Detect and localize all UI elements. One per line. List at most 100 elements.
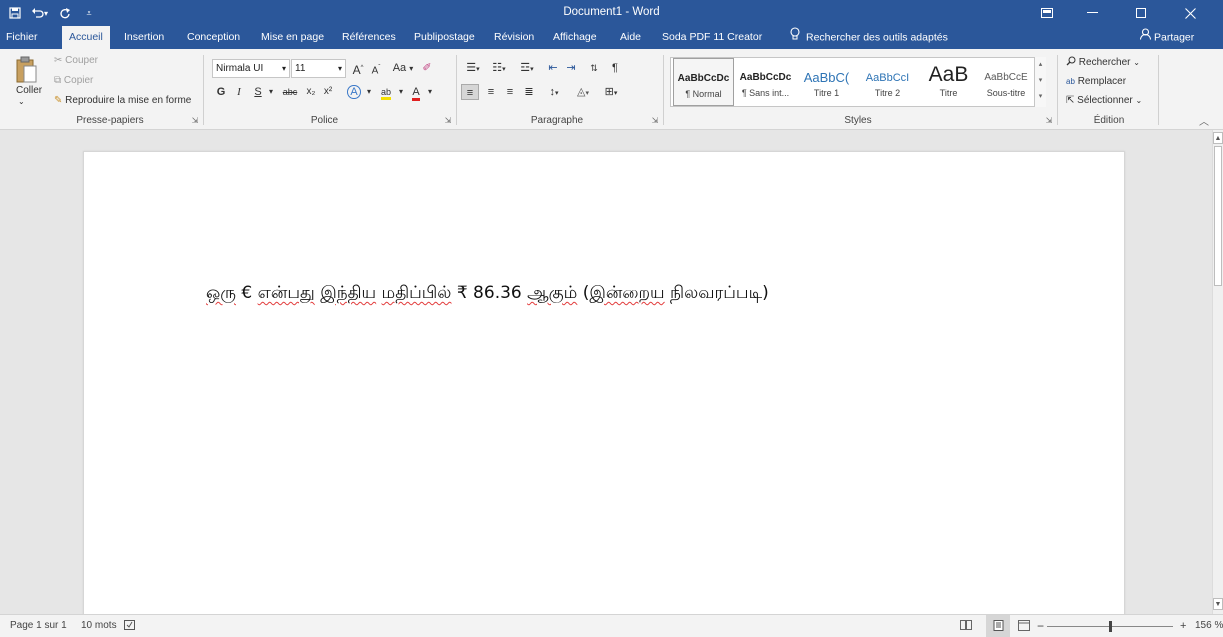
font-size-select[interactable]: 11 ▾ [291, 59, 346, 78]
font-color-dropdown-icon[interactable]: ▾ [425, 84, 435, 100]
tab-publipostage[interactable]: Publipostage [414, 26, 475, 49]
read-mode-icon[interactable] [960, 615, 972, 637]
share-button[interactable]: Partager [1139, 26, 1194, 49]
find-button[interactable]: Rechercher ⌄ [1066, 56, 1140, 69]
superscript-button[interactable]: x² [320, 84, 336, 100]
ribbon-display-options-icon[interactable] [1030, 0, 1064, 26]
chevron-down-icon[interactable]: ▾ [1035, 73, 1046, 89]
style-heading-1[interactable]: AaBbC( Titre 1 [796, 58, 857, 106]
chevron-up-icon[interactable]: ▴ [1035, 57, 1046, 73]
web-layout-icon[interactable] [1018, 615, 1030, 637]
numbering-icon[interactable]: ☷▾ [488, 60, 510, 76]
copy-button[interactable]: ⧉ Copier [54, 75, 93, 86]
style-normal[interactable]: AaBbCcDc ¶ Normal [673, 58, 734, 106]
print-layout-icon[interactable] [986, 615, 1010, 637]
tab-fichier[interactable]: Fichier [6, 26, 38, 49]
proofing-icon[interactable] [124, 615, 135, 637]
underline-button[interactable]: S [251, 84, 265, 100]
misspelled-word[interactable]: என்பது [258, 283, 315, 303]
clear-formatting-icon[interactable]: ✐ [418, 60, 436, 76]
tab-affichage[interactable]: Affichage [553, 26, 597, 49]
text-effects-button[interactable]: A [345, 84, 363, 100]
styles-launcher-icon[interactable]: ⇲ [1044, 116, 1054, 126]
scroll-down-icon[interactable]: ▼ [1213, 598, 1223, 610]
pilcrow-icon[interactable]: ¶ [607, 60, 623, 76]
tab-conception[interactable]: Conception [187, 26, 240, 49]
text-run[interactable]: ₹ 86.36 [451, 283, 527, 303]
misspelled-word[interactable]: மதிப்பில் [382, 283, 452, 303]
collapse-ribbon-icon[interactable]: ︿ [1199, 113, 1209, 128]
maximize-icon[interactable] [1124, 0, 1158, 26]
tab-soda-pdf[interactable]: Soda PDF 11 Creator [662, 26, 762, 49]
subscript-button[interactable]: x₂ [303, 84, 319, 100]
clipboard-launcher-icon[interactable]: ⇲ [190, 116, 200, 126]
increase-indent-icon[interactable]: ⇥ [563, 60, 579, 76]
align-center-icon[interactable]: ≡ [483, 84, 499, 100]
page-count[interactable]: Page 1 sur 1 [10, 615, 67, 637]
tell-me-search[interactable]: Rechercher des outils adaptés [790, 26, 948, 49]
align-left-icon[interactable]: ≡ [461, 84, 479, 100]
text-run[interactable]: நிலவரப்படி) [665, 283, 769, 303]
text-effects-glyph: A [347, 85, 361, 99]
paragraph-launcher-icon[interactable]: ⇲ [650, 116, 660, 126]
more-styles-icon[interactable]: ▾ [1035, 89, 1046, 105]
bold-button[interactable]: G [214, 84, 228, 100]
word-count[interactable]: 10 mots [81, 615, 117, 637]
misspelled-word[interactable]: இன்றைய [589, 283, 664, 303]
zoom-out-icon[interactable]: − [1037, 615, 1044, 637]
strikethrough-button[interactable]: abc [279, 84, 301, 100]
shading-icon[interactable]: ◬▾ [571, 84, 595, 100]
grow-font-button[interactable]: A^ [350, 60, 366, 77]
justify-icon[interactable]: ≣ [521, 84, 537, 100]
select-button[interactable]: ⇱ Sélectionner ⌄ [1066, 95, 1142, 106]
document-text[interactable]: ஒரு € என்பது இந்திய மதிப்பில் ₹ 86.36 ஆக… [206, 283, 769, 305]
style-subtitle[interactable]: AaBbCcE Sous-titre [979, 58, 1033, 106]
style-heading-2[interactable]: AaBbCcI Titre 2 [857, 58, 918, 106]
document-page[interactable]: ஒரு € என்பது இந்திய மதிப்பில் ₹ 86.36 ஆக… [83, 151, 1125, 621]
vertical-scrollbar[interactable]: ▲ ▼ [1212, 130, 1223, 614]
paste-button[interactable]: Coller ⌄ [6, 54, 42, 112]
font-family-select[interactable]: Nirmala UI ▾ [212, 59, 290, 78]
underline-dropdown-icon[interactable]: ▾ [266, 84, 276, 100]
font-launcher-icon[interactable]: ⇲ [443, 116, 453, 126]
misspelled-word[interactable]: இந்திய [320, 283, 376, 303]
replace-button[interactable]: ab Remplacer [1066, 76, 1126, 87]
decrease-indent-icon[interactable]: ⇤ [545, 60, 561, 76]
cut-button[interactable]: ✂ Couper [54, 55, 98, 66]
tab-insertion[interactable]: Insertion [124, 26, 164, 49]
tab-revision[interactable]: Révision [494, 26, 534, 49]
borders-icon[interactable]: ⊞▾ [600, 84, 622, 100]
zoom-in-icon[interactable]: + [1180, 615, 1186, 637]
text-effects-dropdown-icon[interactable]: ▾ [364, 84, 374, 100]
tab-accueil[interactable]: Accueil [62, 26, 110, 49]
italic-button[interactable]: I [232, 84, 246, 100]
misspelled-word[interactable]: ஆகும் [527, 283, 577, 303]
zoom-slider-thumb[interactable] [1109, 621, 1112, 632]
highlight-dropdown-icon[interactable]: ▾ [396, 84, 406, 100]
misspelled-word[interactable]: ஒரு [206, 283, 236, 303]
tab-references[interactable]: Références [342, 26, 396, 49]
multilevel-list-icon[interactable]: ☲▾ [514, 60, 540, 76]
font-color-button[interactable]: A [408, 84, 424, 101]
sort-icon[interactable]: ⇅ [586, 60, 602, 76]
align-right-icon[interactable]: ≡ [502, 84, 518, 100]
text-run[interactable]: € [236, 283, 258, 303]
text-run[interactable]: ( [577, 283, 590, 303]
tab-aide[interactable]: Aide [620, 26, 641, 49]
change-case-button[interactable]: Aa ▾ [390, 60, 416, 76]
minimize-icon[interactable] [1075, 0, 1109, 26]
scroll-up-icon[interactable]: ▲ [1213, 132, 1223, 144]
format-painter-button[interactable]: ✎ Reproduire la mise en forme [54, 95, 191, 106]
close-icon[interactable] [1173, 0, 1207, 26]
style-title[interactable]: AaB Titre [918, 58, 979, 106]
styles-gallery-scroll[interactable]: ▴ ▾ ▾ [1034, 57, 1046, 107]
style-no-spacing[interactable]: AaBbCcDc ¶ Sans int... [735, 58, 796, 106]
zoom-level[interactable]: 156 % [1195, 615, 1223, 637]
scrollbar-thumb[interactable] [1214, 146, 1222, 286]
shrink-font-button[interactable]: Aˇ [368, 60, 384, 76]
tab-mise-en-page[interactable]: Mise en page [261, 26, 324, 49]
highlight-button[interactable]: ab [377, 84, 395, 100]
bullets-icon[interactable]: ☰▾ [462, 60, 484, 76]
line-spacing-icon[interactable]: ↕▾ [543, 84, 565, 100]
style-name: Titre 2 [874, 88, 901, 98]
